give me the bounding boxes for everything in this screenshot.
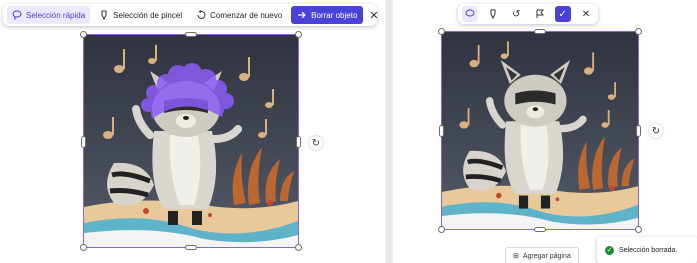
- panel-divider: [385, 0, 393, 263]
- compact-toolbar: ↺ ✓ ✕: [458, 4, 598, 24]
- arrow-right-icon: [298, 11, 306, 19]
- check-icon[interactable]: ✓: [554, 6, 571, 22]
- close-icon[interactable]: ✕: [578, 6, 594, 22]
- resize-handle-top-left[interactable]: [80, 31, 87, 38]
- undo-icon: [197, 10, 206, 19]
- rotate-icon[interactable]: ↻: [309, 136, 323, 150]
- raccoon-artwork: [84, 35, 298, 247]
- resize-handle-top-right[interactable]: [295, 31, 302, 38]
- quick-select-button[interactable]: Selección rápida: [7, 6, 91, 24]
- resize-handle-right[interactable]: [636, 125, 641, 137]
- resize-handle-right[interactable]: [296, 136, 301, 148]
- resize-handle-left[interactable]: [439, 125, 444, 137]
- start-over-button[interactable]: Comenzar de nuevo: [191, 6, 287, 24]
- image-after-erase[interactable]: [438, 28, 642, 233]
- resize-handle-bottom-left[interactable]: [438, 226, 445, 233]
- resize-handle-bottom-right[interactable]: [295, 244, 302, 251]
- resize-handle-bottom-left[interactable]: [80, 244, 87, 251]
- add-page-icon: ⊞: [513, 253, 519, 260]
- brush-icon[interactable]: [485, 6, 501, 22]
- brush-icon: [101, 10, 107, 20]
- selection-toolbar: Selección rápida Selección de pincel Com…: [3, 4, 379, 26]
- brush-select-button[interactable]: Selección de pincel: [94, 6, 187, 24]
- raccoon-artwork-erased: [442, 32, 638, 229]
- resize-handle-top[interactable]: [534, 29, 546, 34]
- brush-select-label: Selección de pincel: [113, 10, 183, 20]
- resize-handle-bottom[interactable]: [185, 245, 197, 250]
- resize-handle-top-left[interactable]: [438, 28, 445, 35]
- left-editor-panel: Selección rápida Selección de pincel Com…: [0, 0, 385, 263]
- right-editor-panel: ↺ ✓ ✕ ↻ ⊞ Agregar página ✓ Selección bor…: [393, 0, 697, 263]
- image-with-selection[interactable]: [80, 31, 302, 251]
- resize-handle-left[interactable]: [81, 136, 86, 148]
- resize-handle-bottom[interactable]: [534, 227, 546, 232]
- rotate-icon[interactable]: ↻: [649, 124, 663, 138]
- undo-icon[interactable]: ↺: [508, 6, 524, 22]
- resize-handle-top[interactable]: [185, 32, 197, 37]
- erase-object-label: Borrar objeto: [311, 10, 358, 20]
- check-icon: ✓: [605, 245, 614, 255]
- erase-object-button[interactable]: Borrar objeto: [291, 6, 364, 24]
- add-page-label: Agregar página: [522, 252, 571, 260]
- toast-message: Selección borrada.: [619, 246, 678, 254]
- start-over-label: Comenzar de nuevo: [210, 10, 283, 20]
- quick-select-label: Selección rápida: [26, 10, 86, 20]
- close-icon[interactable]: ✕: [369, 9, 378, 22]
- resize-handle-bottom-right[interactable]: [635, 226, 642, 233]
- add-page-button[interactable]: ⊞ Agregar página: [505, 247, 579, 263]
- toast-notification: ✓ Selección borrada.: [597, 237, 697, 263]
- resize-handle-top-right[interactable]: [635, 28, 642, 35]
- lasso-icon: [12, 10, 22, 20]
- lasso-icon[interactable]: [462, 6, 478, 22]
- flag-icon[interactable]: [532, 6, 548, 22]
